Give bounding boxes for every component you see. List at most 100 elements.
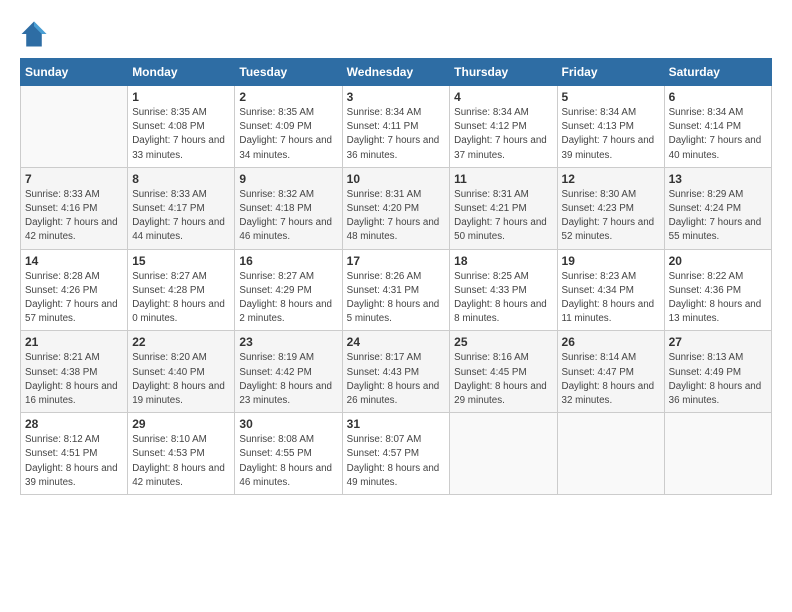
calendar-cell: 13Sunrise: 8:29 AMSunset: 4:24 PMDayligh… — [664, 167, 771, 249]
day-of-week-header: Saturday — [664, 59, 771, 86]
day-info: Sunrise: 8:28 AMSunset: 4:26 PMDaylight:… — [25, 270, 123, 327]
day-info: Sunrise: 8:32 AMSunset: 4:18 PMDaylight:… — [239, 188, 337, 245]
day-number: 28 — [25, 417, 123, 431]
day-info: Sunrise: 8:26 AMSunset: 4:31 PMDaylight:… — [347, 270, 446, 327]
day-number: 21 — [25, 335, 123, 349]
day-number: 4 — [454, 90, 552, 104]
day-of-week-header: Friday — [557, 59, 664, 86]
day-number: 18 — [454, 254, 552, 268]
calendar-cell — [21, 86, 128, 168]
calendar-cell: 4 Sunrise: 8:34 AMSunset: 4:12 PMDaylight… — [450, 86, 557, 168]
calendar-cell: 19 Sunrise: 8:23 AMSunset: 4:34 PMDayligh… — [557, 249, 664, 331]
day-number: 30 — [239, 417, 337, 431]
calendar-week-row: 28 Sunrise: 8:12 AMSunset: 4:51 PMDayligh… — [21, 413, 772, 495]
logo-icon — [20, 20, 48, 48]
calendar-cell: 17 Sunrise: 8:26 AMSunset: 4:31 PMDayligh… — [342, 249, 450, 331]
day-info: Sunrise: 8:23 AMSunset: 4:34 PMDaylight:… — [562, 270, 660, 327]
day-number: 20 — [669, 254, 767, 268]
day-info: Sunrise: 8:35 AMSunset: 4:08 PMDaylight:… — [132, 106, 230, 163]
day-number: 22 — [132, 335, 230, 349]
day-info: Sunrise: 8:34 AMSunset: 4:11 PMDaylight:… — [347, 106, 446, 163]
day-number: 15 — [132, 254, 230, 268]
day-info: Sunrise: 8:21 AMSunset: 4:38 PMDaylight:… — [25, 351, 123, 408]
day-info: Sunrise: 8:08 AMSunset: 4:55 PMDaylight:… — [239, 433, 337, 490]
day-number: 8 — [132, 172, 230, 186]
day-number: 29 — [132, 417, 230, 431]
calendar-cell — [557, 413, 664, 495]
calendar-cell: 21 Sunrise: 8:21 AMSunset: 4:38 PMDayligh… — [21, 331, 128, 413]
day-info: Sunrise: 8:20 AMSunset: 4:40 PMDaylight:… — [132, 351, 230, 408]
day-number: 26 — [562, 335, 660, 349]
calendar-cell: 22 Sunrise: 8:20 AMSunset: 4:40 PMDayligh… — [128, 331, 235, 413]
calendar-cell: 18 Sunrise: 8:25 AMSunset: 4:33 PMDayligh… — [450, 249, 557, 331]
day-info: Sunrise: 8:29 AMSunset: 4:24 PMDaylight:… — [669, 188, 767, 245]
day-info: Sunrise: 8:33 AMSunset: 4:16 PMDaylight:… — [25, 188, 123, 245]
calendar-cell: 6Sunrise: 8:34 AMSunset: 4:14 PMDaylight… — [664, 86, 771, 168]
calendar-cell: 27Sunrise: 8:13 AMSunset: 4:49 PMDayligh… — [664, 331, 771, 413]
calendar-week-row: 14 Sunrise: 8:28 AMSunset: 4:26 PMDayligh… — [21, 249, 772, 331]
day-info: Sunrise: 8:27 AMSunset: 4:28 PMDaylight:… — [132, 270, 230, 327]
calendar-cell: 29Sunrise: 8:10 AMSunset: 4:53 PMDayligh… — [128, 413, 235, 495]
calendar-cell: 24 Sunrise: 8:17 AMSunset: 4:43 PMDayligh… — [342, 331, 450, 413]
day-number: 3 — [347, 90, 446, 104]
day-number: 10 — [347, 172, 446, 186]
calendar-cell — [664, 413, 771, 495]
day-info: Sunrise: 8:35 AMSunset: 4:09 PMDaylight:… — [239, 106, 337, 163]
day-number: 2 — [239, 90, 337, 104]
day-info: Sunrise: 8:07 AMSunset: 4:57 PMDaylight:… — [347, 433, 446, 490]
day-number: 14 — [25, 254, 123, 268]
day-number: 6 — [669, 90, 767, 104]
calendar-cell: 20 Sunrise: 8:22 AMSunset: 4:36 PMDayligh… — [664, 249, 771, 331]
logo — [20, 20, 52, 48]
day-info: Sunrise: 8:30 AMSunset: 4:23 PMDaylight:… — [562, 188, 660, 245]
day-number: 12 — [562, 172, 660, 186]
calendar-cell: 3 Sunrise: 8:34 AMSunset: 4:11 PMDaylight… — [342, 86, 450, 168]
day-number: 25 — [454, 335, 552, 349]
calendar-cell: 10 Sunrise: 8:31 AMSunset: 4:20 PMDayligh… — [342, 167, 450, 249]
calendar-week-row: 7Sunrise: 8:33 AMSunset: 4:16 PMDaylight… — [21, 167, 772, 249]
calendar-cell: 16 Sunrise: 8:27 AMSunset: 4:29 PMDayligh… — [235, 249, 342, 331]
day-info: Sunrise: 8:12 AMSunset: 4:51 PMDaylight:… — [25, 433, 123, 490]
calendar-cell: 30 Sunrise: 8:08 AMSunset: 4:55 PMDayligh… — [235, 413, 342, 495]
calendar-cell: 2 Sunrise: 8:35 AMSunset: 4:09 PMDaylight… — [235, 86, 342, 168]
calendar-cell: 9Sunrise: 8:32 AMSunset: 4:18 PMDaylight… — [235, 167, 342, 249]
day-info: Sunrise: 8:27 AMSunset: 4:29 PMDaylight:… — [239, 270, 337, 327]
calendar-cell: 23 Sunrise: 8:19 AMSunset: 4:42 PMDayligh… — [235, 331, 342, 413]
calendar-table: SundayMondayTuesdayWednesdayThursdayFrid… — [20, 58, 772, 495]
calendar-week-row: 1 Sunrise: 8:35 AMSunset: 4:08 PMDaylight… — [21, 86, 772, 168]
calendar-cell: 11Sunrise: 8:31 AMSunset: 4:21 PMDayligh… — [450, 167, 557, 249]
day-info: Sunrise: 8:34 AMSunset: 4:12 PMDaylight:… — [454, 106, 552, 163]
day-info: Sunrise: 8:17 AMSunset: 4:43 PMDaylight:… — [347, 351, 446, 408]
calendar-cell: 1 Sunrise: 8:35 AMSunset: 4:08 PMDaylight… — [128, 86, 235, 168]
day-number: 27 — [669, 335, 767, 349]
day-number: 17 — [347, 254, 446, 268]
calendar-cell: 5 Sunrise: 8:34 AMSunset: 4:13 PMDaylight… — [557, 86, 664, 168]
calendar-cell: 8 Sunrise: 8:33 AMSunset: 4:17 PMDaylight… — [128, 167, 235, 249]
day-info: Sunrise: 8:33 AMSunset: 4:17 PMDaylight:… — [132, 188, 230, 245]
calendar-cell: 26Sunrise: 8:14 AMSunset: 4:47 PMDayligh… — [557, 331, 664, 413]
calendar-cell: 7Sunrise: 8:33 AMSunset: 4:16 PMDaylight… — [21, 167, 128, 249]
calendar-cell: 25 Sunrise: 8:16 AMSunset: 4:45 PMDayligh… — [450, 331, 557, 413]
day-info: Sunrise: 8:31 AMSunset: 4:21 PMDaylight:… — [454, 188, 552, 245]
day-info: Sunrise: 8:31 AMSunset: 4:20 PMDaylight:… — [347, 188, 446, 245]
day-number: 19 — [562, 254, 660, 268]
day-info: Sunrise: 8:16 AMSunset: 4:45 PMDaylight:… — [454, 351, 552, 408]
day-info: Sunrise: 8:19 AMSunset: 4:42 PMDaylight:… — [239, 351, 337, 408]
day-number: 31 — [347, 417, 446, 431]
day-of-week-header: Monday — [128, 59, 235, 86]
day-of-week-header: Wednesday — [342, 59, 450, 86]
day-number: 23 — [239, 335, 337, 349]
day-number: 1 — [132, 90, 230, 104]
day-info: Sunrise: 8:34 AMSunset: 4:13 PMDaylight:… — [562, 106, 660, 163]
day-info: Sunrise: 8:22 AMSunset: 4:36 PMDaylight:… — [669, 270, 767, 327]
day-number: 5 — [562, 90, 660, 104]
calendar-header-row: SundayMondayTuesdayWednesdayThursdayFrid… — [21, 59, 772, 86]
day-info: Sunrise: 8:25 AMSunset: 4:33 PMDaylight:… — [454, 270, 552, 327]
day-number: 24 — [347, 335, 446, 349]
calendar-week-row: 21 Sunrise: 8:21 AMSunset: 4:38 PMDayligh… — [21, 331, 772, 413]
day-of-week-header: Sunday — [21, 59, 128, 86]
page-header — [20, 20, 772, 48]
calendar-cell: 12 Sunrise: 8:30 AMSunset: 4:23 PMDayligh… — [557, 167, 664, 249]
calendar-cell: 31 Sunrise: 8:07 AMSunset: 4:57 PMDayligh… — [342, 413, 450, 495]
day-number: 16 — [239, 254, 337, 268]
